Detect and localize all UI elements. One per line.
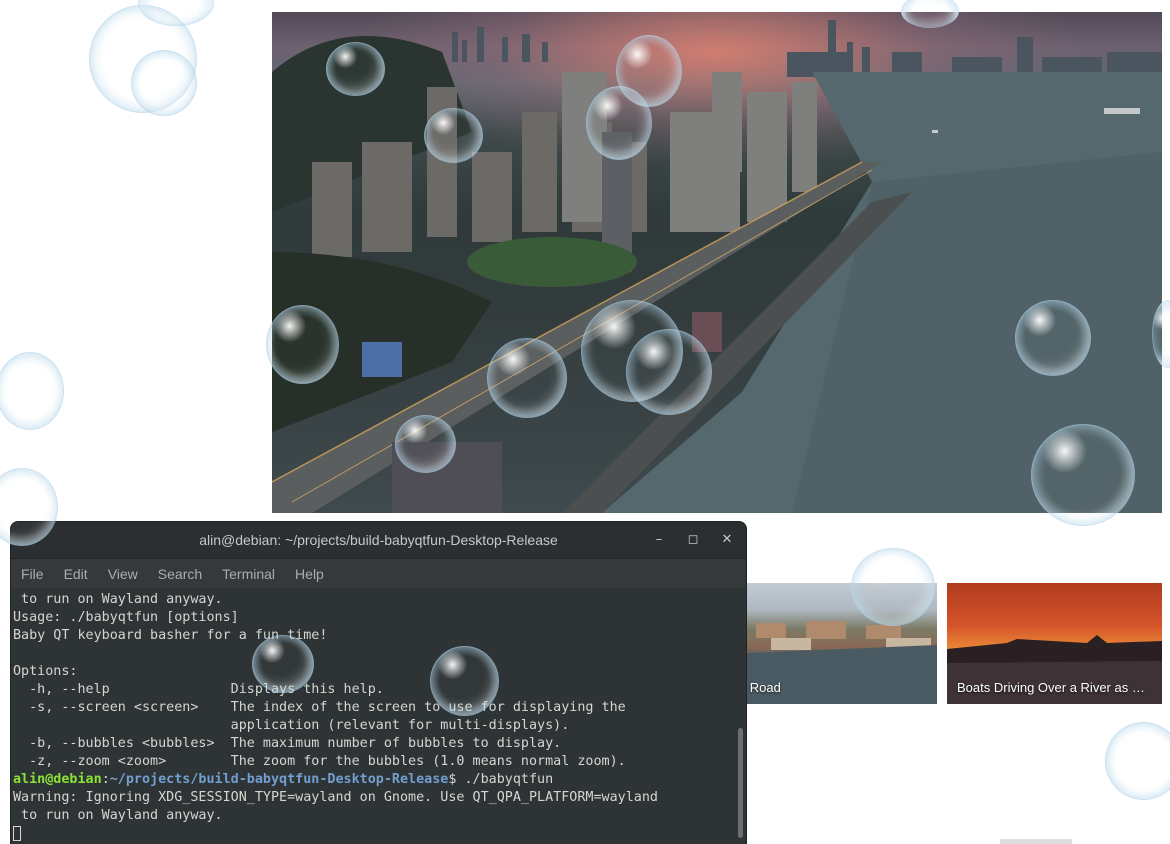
terminal-output[interactable]: to run on Wayland anyway. Usage: ./babyq… (11, 588, 746, 843)
close-button[interactable]: ✕ (716, 529, 738, 551)
text-cursor (13, 825, 21, 841)
bubble (1105, 722, 1170, 800)
menu-view[interactable]: View (108, 566, 138, 582)
menu-help[interactable]: Help (295, 566, 324, 582)
page-scrollbar[interactable] (1000, 839, 1072, 844)
prompt-line: alin@debian:~/projects/build-babyqtfun-D… (13, 771, 746, 789)
bubble (430, 646, 499, 716)
terminal-window[interactable]: alin@debian: ~/projects/build-babyqtfun-… (11, 522, 746, 844)
output-line: -s, --screen <screen> The index of the s… (13, 700, 626, 715)
output-line: application (relevant for multi-displays… (13, 718, 570, 733)
output-line: to run on Wayland anyway. (13, 592, 223, 607)
bubble (424, 108, 483, 163)
video-thumbnail-boats-river[interactable]: Boats Driving Over a River as … (947, 583, 1162, 704)
terminal-menubar: File Edit View Search Terminal Help (11, 559, 746, 588)
thumbnail-title: ty Road (746, 680, 781, 695)
output-line: Warning: Ignoring XDG_SESSION_TYPE=wayla… (13, 790, 658, 805)
prompt-path: ~/projects/build-babyqtfun-Desktop-Relea… (109, 772, 449, 787)
output-line: -z, --zoom <zoom> The zoom for the bubbl… (13, 754, 626, 769)
prompt-separator: : (101, 772, 110, 787)
menu-terminal[interactable]: Terminal (222, 566, 275, 582)
prompt-user: alin@debian (13, 772, 102, 787)
bubble (487, 338, 567, 418)
bubble (626, 329, 712, 415)
output-line: -b, --bubbles <bubbles> The maximum numb… (13, 736, 562, 751)
output-line: Usage: ./babyqtfun [options] (13, 610, 239, 625)
minimize-button[interactable]: – (648, 529, 670, 551)
bubble (395, 415, 456, 473)
terminal-scrollbar[interactable] (738, 728, 743, 838)
bubble (252, 635, 314, 693)
output-line: to run on Wayland anyway. (13, 808, 223, 823)
output-line: Baby QT keyboard basher for a fun time! (13, 628, 328, 643)
bubble (1015, 300, 1091, 376)
bubble (0, 352, 64, 430)
thumbnail-title: Boats Driving Over a River as … (957, 680, 1145, 695)
bubble (851, 548, 935, 626)
output-line: -h, --help Displays this help. (13, 682, 384, 697)
menu-edit[interactable]: Edit (64, 566, 88, 582)
bubble (326, 42, 385, 96)
bubble (266, 305, 339, 384)
maximize-button[interactable]: ◻ (682, 529, 704, 551)
prompt-command: ./babyqtfun (456, 772, 554, 787)
output-line: Options: (13, 664, 78, 679)
menu-search[interactable]: Search (158, 566, 202, 582)
bubble (131, 50, 197, 116)
window-title: alin@debian: ~/projects/build-babyqtfun-… (199, 532, 558, 548)
input-line[interactable] (13, 825, 746, 843)
bubble (1031, 424, 1135, 526)
bubble (586, 86, 652, 160)
terminal-titlebar[interactable]: alin@debian: ~/projects/build-babyqtfun-… (11, 522, 746, 559)
menu-file[interactable]: File (21, 566, 44, 582)
